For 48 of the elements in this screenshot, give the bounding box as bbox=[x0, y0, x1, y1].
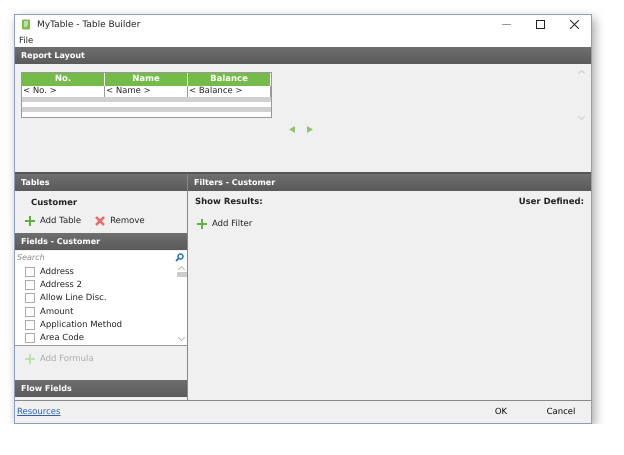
section-header: Filters - Customer bbox=[188, 174, 591, 191]
checkbox[interactable] bbox=[25, 333, 35, 344]
table-name: Customer bbox=[31, 198, 78, 208]
plus-icon bbox=[197, 219, 207, 229]
search-box[interactable]: Search bbox=[15, 251, 187, 263]
scroll-down-icon[interactable] bbox=[178, 337, 185, 341]
close-icon[interactable] bbox=[570, 20, 578, 29]
scroll-up-icon[interactable] bbox=[578, 70, 585, 74]
section-header: Flow Fields bbox=[15, 380, 187, 397]
user-defined-label: User Defined: bbox=[518, 197, 584, 207]
checkbox[interactable] bbox=[25, 280, 35, 290]
resources-link[interactable]: Resources bbox=[17, 407, 471, 417]
checkbox[interactable] bbox=[25, 320, 35, 330]
field-label: Address 2 bbox=[40, 280, 82, 290]
field-label: Amount bbox=[40, 306, 74, 317]
add-table-button[interactable]: Add Table bbox=[25, 216, 82, 226]
column-header: Balance bbox=[188, 73, 271, 86]
scroll-down-icon[interactable] bbox=[578, 116, 585, 120]
menu-item[interactable]: File bbox=[19, 36, 34, 46]
plus-icon bbox=[25, 354, 35, 364]
section-header: Fields - Customer bbox=[15, 233, 187, 250]
search-icon[interactable] bbox=[175, 252, 184, 262]
checkbox[interactable] bbox=[25, 266, 35, 277]
plus-icon bbox=[25, 216, 35, 226]
window-title: MyTable - Table Builder bbox=[37, 20, 142, 30]
field-label: Address bbox=[40, 266, 74, 277]
left-arrow-icon[interactable] bbox=[289, 126, 295, 133]
cancel-button[interactable]: Cancel bbox=[531, 407, 591, 417]
maximize-icon[interactable] bbox=[536, 20, 544, 29]
field-label: Application Method bbox=[40, 320, 122, 330]
column-header: No. bbox=[22, 73, 105, 86]
ok-button[interactable]: OK bbox=[471, 407, 531, 417]
section-header: Report Layout bbox=[15, 47, 591, 64]
checkbox[interactable] bbox=[25, 306, 35, 317]
scroll-up-icon[interactable] bbox=[178, 266, 185, 270]
show-results-label: Show Results: bbox=[195, 197, 263, 207]
search-field[interactable]: Search bbox=[17, 252, 175, 262]
remove-icon bbox=[95, 216, 106, 226]
field-label: Area Code bbox=[40, 333, 84, 344]
scrollbar-thumb[interactable] bbox=[176, 272, 186, 277]
field-label: Allow Line Disc. bbox=[40, 293, 107, 304]
right-arrow-icon[interactable] bbox=[307, 126, 313, 133]
checkbox[interactable] bbox=[25, 293, 35, 304]
add-filter-button[interactable]: Add Filter bbox=[197, 219, 252, 229]
app-icon bbox=[21, 19, 31, 30]
remove-button[interactable]: Remove bbox=[95, 216, 145, 226]
column-header: Name bbox=[105, 73, 188, 86]
section-header: Tables bbox=[15, 174, 187, 191]
